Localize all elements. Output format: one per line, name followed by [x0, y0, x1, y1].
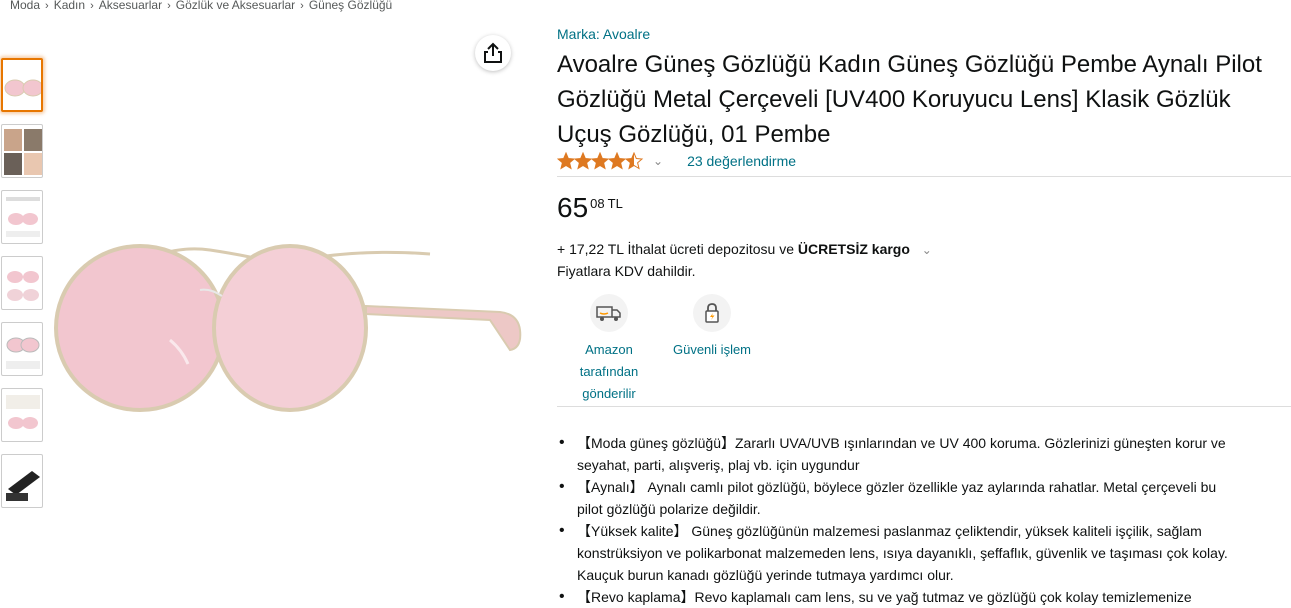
divider: [557, 176, 1291, 177]
bullet-line: pilot gözlüğü polarize değildir.: [577, 501, 761, 517]
list-item: 【Yüksek kalite】 Güneş gözlüğünün malzeme…: [559, 520, 1291, 586]
feature-bullets: 【Moda güneş gözlüğü】Zararlı UVA/UVB ışın…: [557, 432, 1291, 608]
thumbnail-5[interactable]: [1, 322, 43, 376]
vat-note: Fiyatlara KDV dahildir.: [557, 263, 696, 279]
chevron-right-icon: ›: [300, 0, 304, 12]
feature-secure-transaction[interactable]: Güvenli işlem: [667, 294, 757, 361]
chevron-down-icon[interactable]: ⌄: [653, 154, 663, 168]
bullet-line: 【Aynalı】 Aynalı camlı pilot gözlüğü, böy…: [577, 479, 1217, 495]
star-rating[interactable]: [557, 152, 645, 170]
price: 65 08 TL: [557, 190, 623, 226]
list-item: 【Aynalı】 Aynalı camlı pilot gözlüğü, böy…: [559, 476, 1291, 520]
shipping-info: + 17,22 TL İthalat ücreti depozitosu ve …: [557, 241, 932, 257]
lock-icon: [693, 294, 731, 332]
rating-row: ⌄ 23 değerlendirme: [557, 152, 796, 170]
thumbnail-4[interactable]: [1, 256, 43, 310]
feature-label: gönderilir: [582, 386, 636, 401]
price-currency: TL: [607, 196, 623, 211]
list-item: 【Revo kaplama】Revo kaplamalı cam lens, s…: [559, 586, 1291, 608]
thumbnail-3[interactable]: [1, 190, 43, 244]
chevron-right-icon: ›: [167, 0, 171, 12]
bullet-line: 【Yüksek kalite】 Güneş gözlüğünün malzeme…: [577, 523, 1202, 539]
price-fraction: 08: [590, 196, 605, 211]
bullet-line: 【Moda güneş gözlüğü】Zararlı UVA/UVB ışın…: [577, 435, 1226, 451]
list-item: 【Moda güneş gözlüğü】Zararlı UVA/UVB ışın…: [559, 432, 1291, 476]
thumbnail-7[interactable]: [1, 454, 43, 508]
price-whole: 65: [557, 192, 589, 223]
breadcrumb-item[interactable]: Aksesuarlar: [99, 0, 162, 12]
breadcrumb-item[interactable]: Kadın: [54, 0, 85, 12]
main-product-image[interactable]: [50, 230, 530, 425]
thumbnail-1[interactable]: [1, 58, 43, 112]
delivery-truck-icon: [590, 294, 628, 332]
shipping-text: + 17,22 TL İthalat ücreti depozitosu ve: [557, 241, 798, 257]
divider: [557, 406, 1291, 407]
feature-amazon-fulfilled[interactable]: Amazon tarafından gönderilir: [564, 294, 654, 405]
feature-label: Güvenli işlem: [672, 342, 752, 357]
bullet-line: Kauçuk burun kanadı gözlüğü yerinde tutm…: [577, 567, 954, 583]
breadcrumb: Moda › Kadın › Aksesuarlar › Gözlük ve Aksesua…: [10, 0, 392, 12]
brand-link[interactable]: Marka: Avoalre: [557, 26, 650, 42]
thumbnail-2[interactable]: [1, 124, 43, 178]
share-icon: [484, 42, 502, 63]
thumbnail-6[interactable]: [1, 388, 43, 442]
chevron-right-icon: ›: [90, 0, 94, 12]
breadcrumb-item[interactable]: Güneş Gözlüğü: [309, 0, 392, 12]
bullet-line: konstrüksiyon ve polikarbonat malzemeden…: [577, 545, 1228, 561]
bullet-line: 【Revo kaplama】Revo kaplamalı cam lens, s…: [577, 589, 1192, 605]
chevron-down-icon[interactable]: ⌄: [922, 243, 932, 257]
reviews-link[interactable]: 23 değerlendirme: [687, 153, 796, 169]
feature-label: Amazon: [585, 342, 633, 357]
bullet-line: seyahat, parti, alışveriş, plaj vb. için…: [577, 457, 860, 473]
feature-label: tarafından: [579, 364, 639, 379]
breadcrumb-item[interactable]: Gözlük ve Aksesuarlar: [176, 0, 295, 12]
chevron-right-icon: ›: [45, 0, 49, 12]
breadcrumb-item[interactable]: Moda: [10, 0, 40, 12]
share-button[interactable]: [475, 35, 511, 71]
stars-icon: [557, 152, 644, 170]
product-title: Avoalre Güneş Gözlüğü Kadın Güneş Gözlüğ…: [557, 51, 1262, 148]
free-shipping-label: ÜCRETSİZ kargo: [797, 241, 910, 257]
